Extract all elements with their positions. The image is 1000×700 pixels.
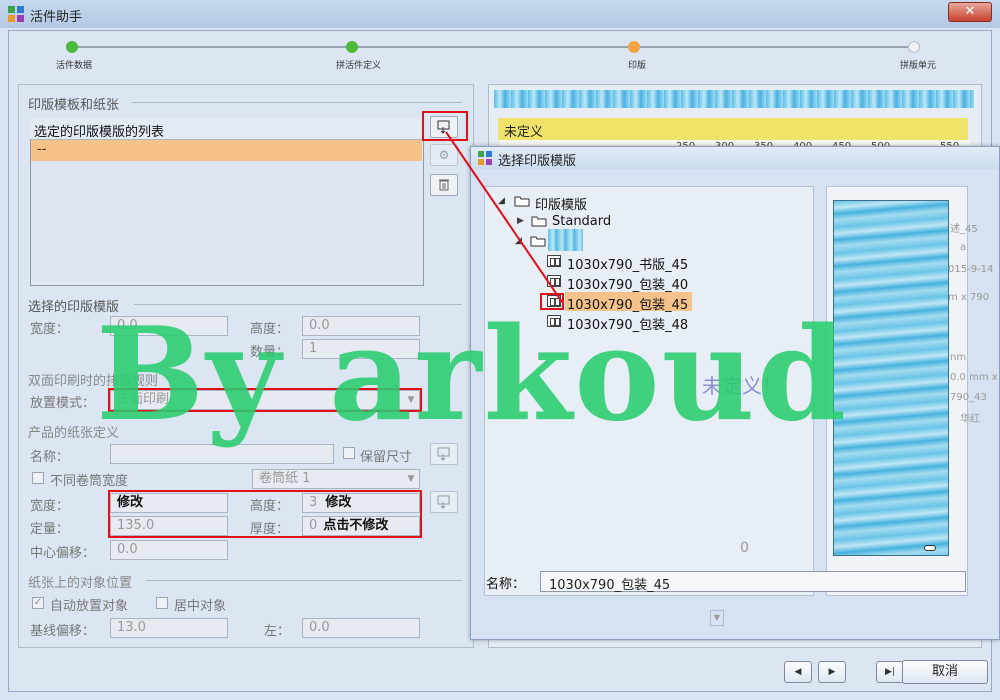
zero-label: 0	[740, 540, 749, 556]
center-object-checkbox[interactable]	[156, 597, 168, 609]
paper-width-label: 宽度：	[30, 499, 70, 514]
placement-mode-label: 放置模式：	[30, 396, 96, 411]
dialog-name-label: 名称：	[486, 577, 526, 592]
previous-button[interactable]: ◀	[784, 661, 812, 683]
baseline-offset-field[interactable]: 13.0	[110, 618, 228, 638]
faded-detail-text: m x 790	[948, 292, 990, 303]
diff-roll-width-checkbox[interactable]	[32, 472, 44, 484]
baseline-offset-label: 基线偏移：	[30, 624, 96, 639]
auto-place-checkbox[interactable]: ✓	[32, 597, 44, 609]
faded-detail-text: 华红	[960, 414, 980, 425]
faded-detail-text: 0.0 mm x	[950, 372, 998, 383]
center-offset-label: 中心偏移：	[30, 546, 96, 561]
preview-handle[interactable]	[924, 545, 936, 551]
paper-size-button[interactable]	[430, 491, 458, 513]
next-button[interactable]: ▶	[818, 661, 846, 683]
width-label: 宽度：	[30, 322, 70, 337]
faded-detail-text: a	[960, 242, 967, 253]
object-position-title: 纸张上的对象位置	[28, 576, 133, 591]
paper-name-label: 名称：	[30, 450, 70, 465]
cancel-button[interactable]: 取消	[902, 660, 988, 684]
step-dot-imposition-unit	[908, 41, 920, 53]
list-item[interactable]: --	[31, 140, 422, 161]
faded-detail-text: 790_43	[950, 392, 987, 403]
group-divider	[132, 102, 462, 103]
pointer-line	[445, 131, 563, 303]
step-label-imposition-def: 拼活件定义	[336, 61, 382, 71]
step-dot-imposition-def	[346, 41, 358, 53]
plate-banner-image	[494, 90, 974, 108]
last-step-button[interactable]: ▶|	[876, 661, 904, 683]
left-offset-label: 左：	[264, 624, 291, 639]
title-bar	[0, 0, 1000, 28]
app-icon	[8, 6, 24, 22]
step-label-plate: 印版	[628, 61, 647, 71]
roll-select[interactable]: 卷筒纸 1	[252, 469, 420, 489]
step-label-job-data: 活件数据	[56, 61, 93, 71]
step-dot-job-data	[66, 41, 78, 53]
window-title: 活件助手	[30, 10, 83, 25]
group-divider	[146, 580, 462, 581]
close-button[interactable]: ✕	[948, 2, 992, 22]
tree-item-template[interactable]: 1030x790_书版_45	[567, 254, 688, 273]
wizard-progress-line	[70, 46, 914, 48]
highlight-frame	[108, 490, 422, 538]
center-object-label: 居中对象	[174, 599, 227, 614]
auto-place-label: 自动放置对象	[50, 599, 129, 614]
watermark-text: By arkoud	[96, 300, 849, 450]
group-plates-title: 印版模板和纸张	[28, 98, 120, 113]
faded-detail-text: nm	[950, 352, 967, 363]
chevron-down-icon: ▼	[407, 474, 415, 484]
faded-detail-text: 015-9-14	[948, 264, 994, 275]
center-offset-field[interactable]: 0.0	[110, 540, 228, 560]
plate-list-header: 选定的印版模版的列表	[30, 118, 422, 140]
template-preview-image	[833, 200, 949, 556]
dialog-name-field[interactable]: 1030x790_包装_45	[540, 571, 966, 593]
step-dot-plate	[628, 41, 640, 53]
chevron-down-icon[interactable]: ▼	[710, 610, 724, 626]
tree-item-template[interactable]: 1030x790_包装_40	[567, 274, 688, 293]
left-offset-field[interactable]: 0.0	[302, 618, 420, 638]
faded-detail-text: 述_45	[950, 224, 978, 235]
diff-roll-width-label: 不同卷筒宽度	[50, 474, 129, 489]
step-label-imposition-unit: 拼版单元	[900, 61, 937, 71]
gsm-label: 定量：	[30, 522, 70, 537]
